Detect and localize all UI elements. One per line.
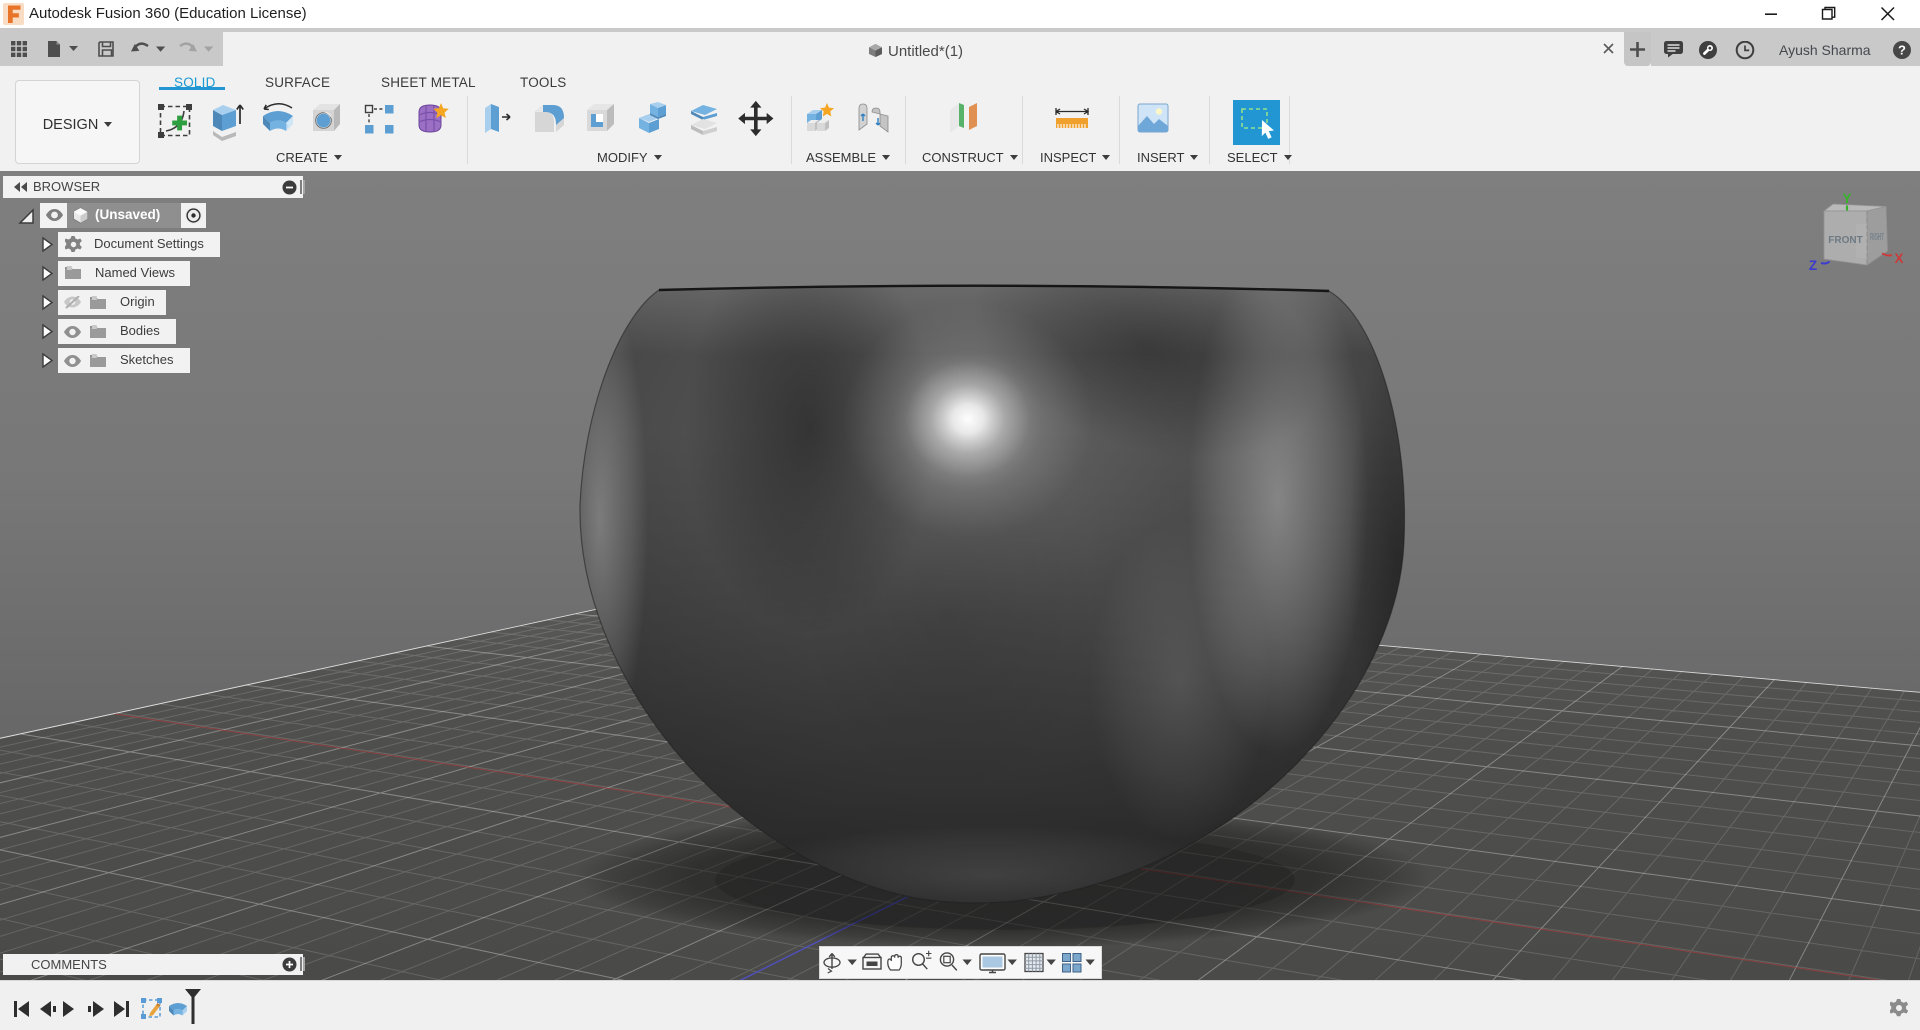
- svg-text:Y: Y: [1842, 191, 1851, 206]
- svg-text:FRONT: FRONT: [1828, 235, 1862, 246]
- svg-text:RIGHT: RIGHT: [1870, 231, 1884, 243]
- svg-text:?: ?: [1898, 42, 1906, 57]
- svg-text:Z: Z: [1809, 258, 1817, 273]
- svg-text:X: X: [1894, 251, 1903, 266]
